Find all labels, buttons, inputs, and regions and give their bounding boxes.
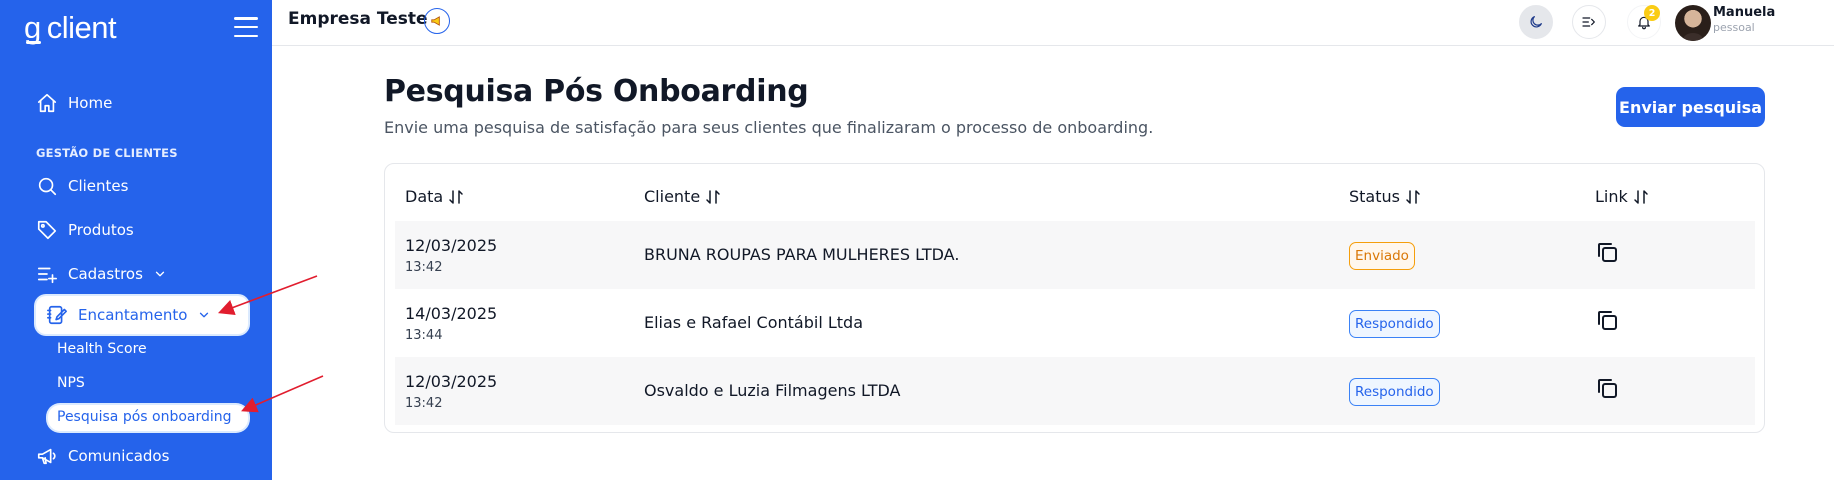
megaphone-icon: [36, 445, 58, 467]
sidebar-item-label: Produtos: [68, 221, 134, 239]
surveys-table: Data Cliente Status Link 12/03/2025 13:4…: [384, 163, 1765, 433]
theme-toggle-button[interactable]: [1519, 5, 1553, 39]
sidebar-subitem-nps[interactable]: NPS: [57, 375, 85, 391]
section-title: GESTÃO DE CLIENTES: [36, 146, 178, 160]
collapse-menu-button[interactable]: [1572, 5, 1606, 39]
menu-toggle-icon[interactable]: [234, 17, 258, 37]
logo: g client: [24, 10, 117, 46]
user-name: Manuela: [1713, 5, 1776, 20]
copy-link-icon[interactable]: [1595, 376, 1619, 400]
row-client: Elias e Rafael Contábil Ltda: [644, 313, 863, 332]
copy-link-icon[interactable]: [1595, 240, 1619, 264]
column-header-label: Link: [1595, 187, 1628, 206]
sidebar-item-label: Home: [68, 94, 113, 112]
sidebar-item-label: Encantamento: [78, 306, 188, 324]
search-icon: [36, 175, 58, 197]
topbar: Empresa Teste 2 Manuela pessoal: [272, 0, 1834, 46]
sidebar-item-label: Comunicados: [68, 447, 170, 465]
table-row: 12/03/2025 13:42 BRUNA ROUPAS PARA MULHE…: [395, 221, 1755, 289]
sidebar-item-home[interactable]: Home: [36, 84, 112, 122]
column-header-label: Cliente: [644, 187, 701, 206]
column-header-link[interactable]: Link: [1595, 187, 1650, 206]
notifications-button[interactable]: 2: [1627, 5, 1661, 39]
list-add-icon: [36, 263, 58, 285]
home-icon: [36, 92, 58, 114]
megaphone-icon[interactable]: [424, 8, 450, 34]
row-client: BRUNA ROUPAS PARA MULHERES LTDA.: [644, 245, 960, 264]
column-header-label: Status: [1349, 187, 1400, 206]
notebook-edit-icon: [46, 304, 68, 326]
sidebar-subitem-health-score[interactable]: Health Score: [57, 341, 147, 357]
app-root: g client Home GESTÃO DE CLIENTES Cliente…: [0, 0, 1834, 480]
row-date: 12/03/2025: [405, 372, 498, 391]
company-name: Empresa Teste: [288, 9, 428, 29]
sidebar-item-encantamento[interactable]: Encantamento: [36, 296, 248, 334]
logo-mark: g: [24, 10, 41, 45]
page-title: Pesquisa Pós Onboarding: [384, 74, 809, 109]
status-badge: Respondido: [1349, 378, 1440, 406]
sidebar-item-clientes[interactable]: Clientes: [36, 167, 128, 205]
sidebar-item-cadastros[interactable]: Cadastros: [36, 255, 167, 293]
sidebar-subitem-pesquisa-pos-onboarding[interactable]: Pesquisa pós onboarding: [48, 405, 248, 431]
send-survey-button[interactable]: Enviar pesquisa: [1616, 87, 1765, 127]
sidebar-item-comunicados[interactable]: Comunicados: [36, 437, 169, 475]
column-header-date[interactable]: Data: [405, 187, 465, 206]
copy-link-icon[interactable]: [1595, 308, 1619, 332]
sort-icon: [449, 189, 463, 204]
sidebar-item-label: Clientes: [68, 177, 129, 195]
page-subtitle: Envie uma pesquisa de satisfação para se…: [384, 118, 1154, 137]
chevron-down-icon: [153, 267, 167, 281]
row-client: Osvaldo e Luzia Filmagens LTDA: [644, 381, 901, 400]
avatar[interactable]: [1675, 5, 1711, 41]
sidebar: g client Home GESTÃO DE CLIENTES Cliente…: [0, 0, 272, 480]
sort-icon: [706, 189, 720, 204]
status-badge: Enviado: [1349, 242, 1415, 270]
column-header-label: Data: [405, 187, 444, 206]
row-date: 14/03/2025: [405, 304, 498, 323]
row-date: 12/03/2025: [405, 236, 498, 255]
tag-icon: [36, 219, 58, 241]
moon-icon: [1528, 14, 1544, 30]
row-time: 13:42: [405, 396, 443, 411]
status-badge: Respondido: [1349, 310, 1440, 338]
column-header-client[interactable]: Cliente: [644, 187, 722, 206]
notification-count-badge: 2: [1644, 5, 1660, 21]
sort-icon: [1406, 189, 1420, 204]
chevron-down-icon: [197, 308, 211, 322]
menu-collapse-icon: [1581, 14, 1597, 30]
row-time: 13:44: [405, 328, 443, 343]
sort-icon: [1634, 189, 1648, 204]
sidebar-item-produtos[interactable]: Produtos: [36, 211, 134, 249]
table-row: 12/03/2025 13:42 Osvaldo e Luzia Filmage…: [395, 357, 1755, 425]
logo-text: client: [46, 10, 117, 45]
row-time: 13:42: [405, 260, 443, 275]
sidebar-item-label: Cadastros: [68, 265, 143, 283]
table-row: 14/03/2025 13:44 Elias e Rafael Contábil…: [395, 289, 1755, 357]
user-role: pessoal: [1713, 21, 1755, 34]
column-header-status[interactable]: Status: [1349, 187, 1422, 206]
